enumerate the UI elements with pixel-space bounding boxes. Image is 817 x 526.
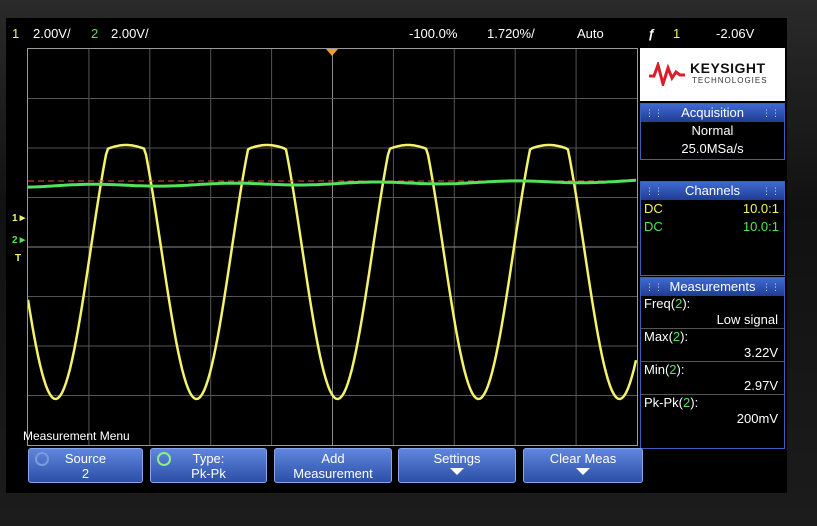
acquisition-header: ⋮⋮ Acquisition ⋮⋮ <box>641 104 784 122</box>
trigger-position-marker <box>326 49 338 56</box>
grip-icon: ⋮⋮ <box>762 108 780 118</box>
channels-header: ⋮⋮ Channels ⋮⋮ <box>641 182 784 200</box>
clear-meas-softkey[interactable]: Clear Meas <box>523 448 643 483</box>
grip-icon: ⋮⋮ <box>645 108 663 118</box>
logo-text: KEYSIGHT <box>690 60 766 76</box>
measurement-pk-pk: Pk-Pk(2): 200mV <box>641 394 784 427</box>
menu-title: Measurement Menu <box>23 429 130 443</box>
ch2-probe: 10.0:1 <box>742 219 779 234</box>
trigger-source[interactable]: 1 <box>673 26 680 41</box>
channel-1-row: DC 10.0:1 <box>641 200 784 218</box>
ch2-number[interactable]: 2 <box>91 26 98 41</box>
measurement-max: Max(2): 3.22V <box>641 328 784 361</box>
oscilloscope-screen: 1 2.00V/ 2 2.00V/ -100.0% 1.720%/ Auto ƒ… <box>6 18 787 493</box>
trigger-mode[interactable]: Auto <box>577 26 604 41</box>
acquisition-mode: Normal <box>691 123 734 138</box>
add-measurement-softkey[interactable]: Add Measurement <box>274 448 392 483</box>
grid-lines <box>28 49 637 445</box>
submenu-arrow-icon <box>450 468 464 475</box>
measurement-min: Min(2): 2.97V <box>641 361 784 394</box>
time-scale[interactable]: 1.720%/ <box>487 26 535 41</box>
ch1-coupling: DC <box>644 201 663 216</box>
waveform-display <box>27 48 638 446</box>
logo-subtext: TECHNOLOGIES <box>692 76 768 85</box>
ch1-probe: 10.0:1 <box>742 201 779 216</box>
channel-2-row: DC 10.0:1 <box>641 218 784 236</box>
knob-icon <box>35 452 49 466</box>
trigger-level-marker[interactable]: T <box>15 253 21 264</box>
trigger-edge-icon: ƒ <box>648 26 656 41</box>
trigger-level[interactable]: -2.06V <box>716 26 754 41</box>
ch1-ground-marker[interactable]: 1► <box>12 213 27 224</box>
ch2-ground-marker[interactable]: 2► <box>12 235 27 246</box>
acquisition-panel[interactable]: ⋮⋮ Acquisition ⋮⋮ Normal 25.0MSa/s <box>640 103 785 160</box>
grip-icon: ⋮⋮ <box>762 282 780 292</box>
measurements-panel[interactable]: ⋮⋮ Measurements ⋮⋮ Freq(2): Low signal M… <box>640 277 785 449</box>
measurement-freq: Freq(2): Low signal <box>644 296 778 327</box>
ch2-scale[interactable]: 2.00V/ <box>111 26 149 41</box>
knob-icon <box>157 452 171 466</box>
acquisition-rate: 25.0MSa/s <box>681 141 744 156</box>
ch1-number[interactable]: 1 <box>12 26 19 41</box>
settings-softkey[interactable]: Settings <box>398 448 516 483</box>
graticule-svg <box>28 49 637 445</box>
keysight-wave-icon <box>649 62 685 86</box>
time-delay[interactable]: -100.0% <box>409 26 457 41</box>
keysight-logo: KEYSIGHT TECHNOLOGIES <box>640 48 785 101</box>
ch1-scale[interactable]: 2.00V/ <box>33 26 71 41</box>
submenu-arrow-icon <box>576 468 590 475</box>
channels-panel[interactable]: ⋮⋮ Channels ⋮⋮ DC 10.0:1 DC 10.0:1 <box>640 181 785 276</box>
type-softkey[interactable]: Type: Pk-Pk <box>150 448 267 483</box>
side-panel: KEYSIGHT TECHNOLOGIES ⋮⋮ Acquisition ⋮⋮ … <box>638 48 787 449</box>
source-softkey[interactable]: Source 2 <box>28 448 143 483</box>
grip-icon: ⋮⋮ <box>645 186 663 196</box>
measurements-header: ⋮⋮ Measurements ⋮⋮ <box>641 278 784 296</box>
ch2-coupling: DC <box>644 219 663 234</box>
status-bar: 1 2.00V/ 2 2.00V/ -100.0% 1.720%/ Auto ƒ… <box>6 18 787 48</box>
grip-icon: ⋮⋮ <box>762 186 780 196</box>
grip-icon: ⋮⋮ <box>645 282 663 292</box>
